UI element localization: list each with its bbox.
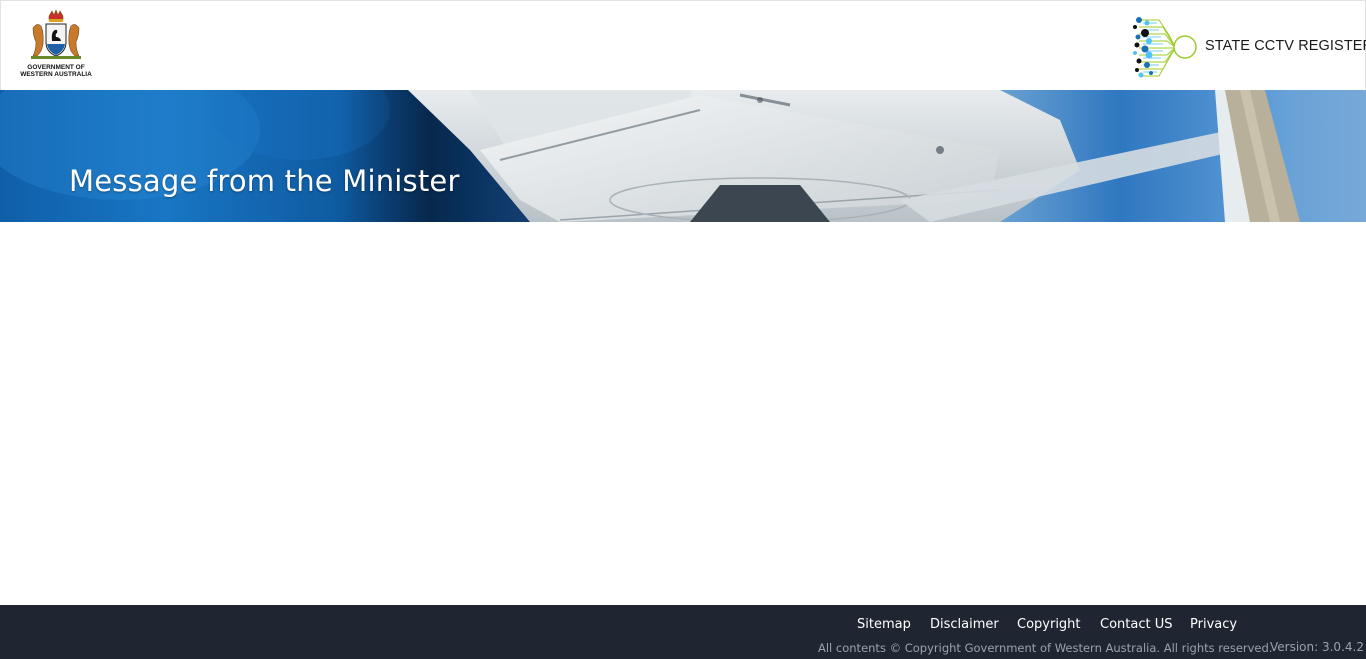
version-label: Version: 3.0.4.2 <box>1270 640 1364 654</box>
footer-nav: Sitemap Disclaimer Copyright Contact US … <box>0 617 1366 637</box>
cctv-camera-banner-image <box>0 90 1366 222</box>
cctv-network-icon <box>1133 17 1197 78</box>
site-header: GOVERNMENT OF WESTERN AUSTRALIA STATE CC… <box>0 0 1366 90</box>
page-banner: Message from the Minister <box>0 90 1366 222</box>
state-cctv-register-logo[interactable]: STATE CCTV REGISTER <box>1129 15 1366 79</box>
site-footer: Sitemap Disclaimer Copyright Contact US … <box>0 605 1366 659</box>
footer-link-contact-us[interactable]: Contact US <box>1100 617 1172 632</box>
coat-of-arms-icon <box>31 10 81 59</box>
government-logo[interactable]: GOVERNMENT OF WESTERN AUSTRALIA <box>19 10 93 82</box>
footer-link-copyright[interactable]: Copyright <box>1017 617 1081 632</box>
footer-link-disclaimer[interactable]: Disclaimer <box>930 617 999 632</box>
main-content <box>0 222 1366 605</box>
page-title: Message from the Minister <box>69 164 460 198</box>
footer-link-sitemap[interactable]: Sitemap <box>857 617 911 632</box>
app-title: STATE CCTV REGISTER <box>1205 38 1366 54</box>
copyright-notice: All contents © Copyright Government of W… <box>818 641 1273 655</box>
gov-logo-line2: WESTERN AUSTRALIA <box>20 71 92 78</box>
footer-link-privacy[interactable]: Privacy <box>1190 617 1237 632</box>
